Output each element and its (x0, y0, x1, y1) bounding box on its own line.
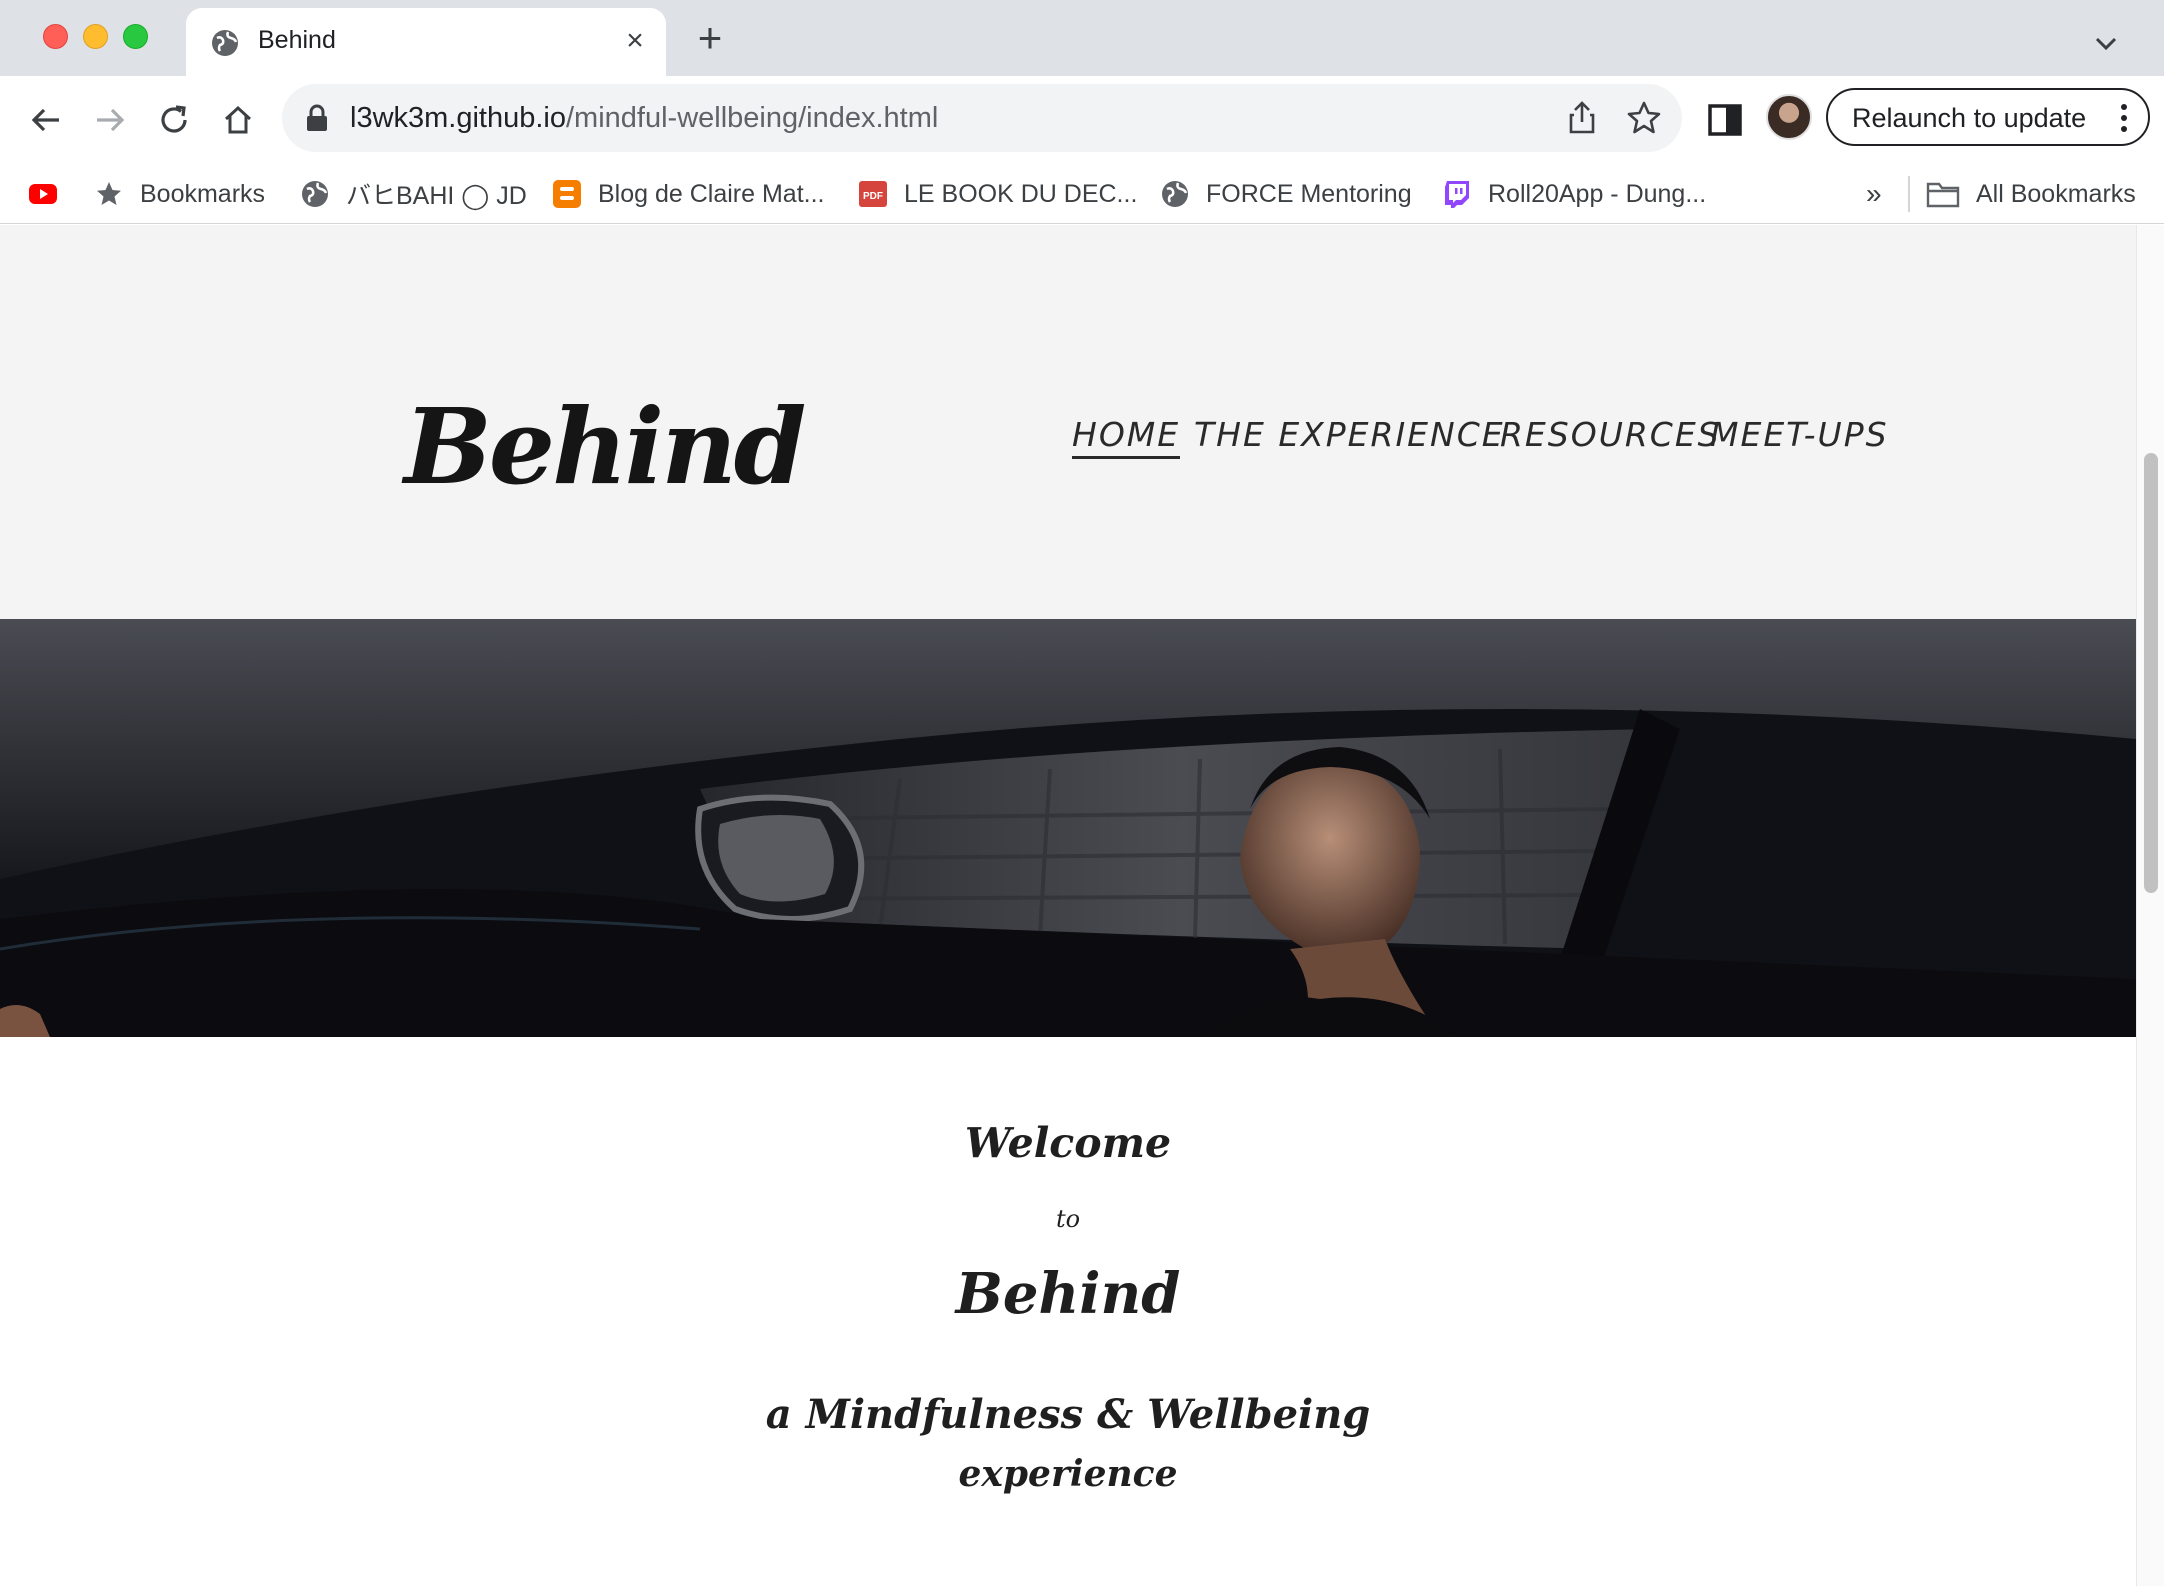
twitch-icon (1445, 181, 1469, 208)
bookmark-label: FORCE Mentoring (1206, 179, 1412, 208)
youtube-icon (29, 184, 57, 204)
pdf-icon: PDF (859, 181, 887, 207)
page-scrollbar[interactable] (2136, 225, 2164, 1586)
all-bookmarks-button[interactable]: All Bookmarks (1926, 172, 2136, 216)
welcome-to: to (1055, 1205, 1081, 1233)
welcome-brand: Behind (955, 1261, 1181, 1327)
site-header: Behind HOME THE EXPERIENCE RESOURCES MEE… (0, 225, 2136, 619)
star-icon (97, 182, 121, 205)
bookmark-blog-claire[interactable]: Blog de Claire Mat... (552, 172, 825, 216)
page-viewport[interactable]: Behind HOME THE EXPERIENCE RESOURCES MEE… (0, 225, 2136, 1586)
site-logo[interactable]: Behind (404, 385, 807, 508)
maximize-window-button[interactable] (123, 24, 148, 49)
browser-toolbar: l3wk3m.github.io/mindful-wellbeing/index… (0, 76, 2164, 164)
bookmarks-bar: Bookmarks バヒBAHI ◯ JD Blog de Claire Mat… (0, 164, 2164, 224)
bookmark-force-mentoring[interactable]: FORCE Mentoring (1160, 172, 1412, 216)
folder-icon (1926, 182, 1960, 208)
chevron-down-icon[interactable] (2086, 24, 2126, 64)
browser-window: Behind × + l3wk3m.github.io/mindful-well… (0, 0, 2164, 1586)
new-tab-icon[interactable]: + (690, 17, 730, 59)
side-panel-icon[interactable] (1704, 98, 1748, 142)
bookmark-bookmarks[interactable]: Bookmarks (94, 172, 265, 216)
nav-resources[interactable]: RESOURCES (1500, 415, 1721, 454)
tab-title: Behind (258, 26, 336, 54)
globe-icon (1162, 181, 1188, 207)
hero-image (0, 619, 2136, 1037)
lock-icon (307, 104, 327, 131)
address-bar[interactable]: l3wk3m.github.io/mindful-wellbeing/index… (282, 84, 1682, 152)
tab-behind[interactable]: Behind × (186, 8, 666, 76)
svg-text:PDF: PDF (863, 191, 883, 202)
bookmark-youtube[interactable] (28, 172, 74, 216)
welcome-section: Welcome to Behind a Mindfulness & Wellbe… (0, 1037, 2136, 1586)
bookmarks-overflow-button[interactable]: » (1866, 172, 1882, 216)
bookmark-label: バヒBAHI ◯ JD (346, 182, 527, 210)
close-tab-icon[interactable]: × (616, 22, 654, 60)
welcome-tagline-1: a Mindfulness & Wellbeing (765, 1391, 1371, 1438)
profile-avatar[interactable] (1766, 94, 1812, 140)
bookmark-label: Roll20App - Dung... (1488, 179, 1707, 208)
nav-the-experience[interactable]: THE EXPERIENCE (1194, 415, 1505, 454)
home-icon[interactable] (214, 96, 262, 144)
blogger-icon (553, 180, 581, 208)
tab-strip: Behind × + (0, 0, 2164, 76)
more-vert-icon[interactable] (2112, 102, 2136, 134)
welcome-heading: Welcome (964, 1119, 1172, 1167)
nav-meet-ups[interactable]: MEET-UPS (1710, 415, 1889, 454)
bookmark-le-book[interactable]: PDF LE BOOK DU DEC... (858, 172, 1137, 216)
close-window-button[interactable] (43, 24, 68, 49)
forward-icon[interactable] (86, 96, 134, 144)
share-icon[interactable] (1562, 98, 1602, 138)
hero-photo (0, 619, 2136, 1037)
relaunch-label: Relaunch to update (1852, 103, 2087, 133)
url-host: l3wk3m.github.io (350, 102, 566, 134)
all-bookmarks-label: All Bookmarks (1976, 179, 2136, 208)
bookmark-label: Bookmarks (140, 179, 266, 208)
scrollbar-thumb[interactable] (2144, 453, 2158, 893)
bookmark-roll20[interactable]: Roll20App - Dung... (1442, 172, 1706, 216)
reload-icon[interactable] (150, 96, 198, 144)
bookmark-star-icon[interactable] (1624, 98, 1664, 138)
nav-home[interactable]: HOME (1072, 415, 1181, 459)
overflow-chevron-icon: » (1866, 178, 1882, 209)
url-path: /mindful-wellbeing/index.html (566, 102, 939, 134)
bookmark-bahi[interactable]: バヒBAHI ◯ JD (300, 172, 527, 216)
bookmarks-divider (1908, 176, 1910, 212)
bookmark-label: LE BOOK DU DEC... (904, 179, 1138, 208)
back-icon[interactable] (22, 96, 70, 144)
bookmark-label: Blog de Claire Mat... (598, 179, 825, 208)
globe-icon (302, 181, 328, 207)
url-text: l3wk3m.github.io/mindful-wellbeing/index… (350, 102, 938, 135)
minimize-window-button[interactable] (83, 24, 108, 49)
globe-icon (212, 30, 238, 56)
relaunch-to-update-button[interactable]: Relaunch to update (1826, 88, 2150, 146)
welcome-tagline-2: experience (958, 1453, 1178, 1495)
